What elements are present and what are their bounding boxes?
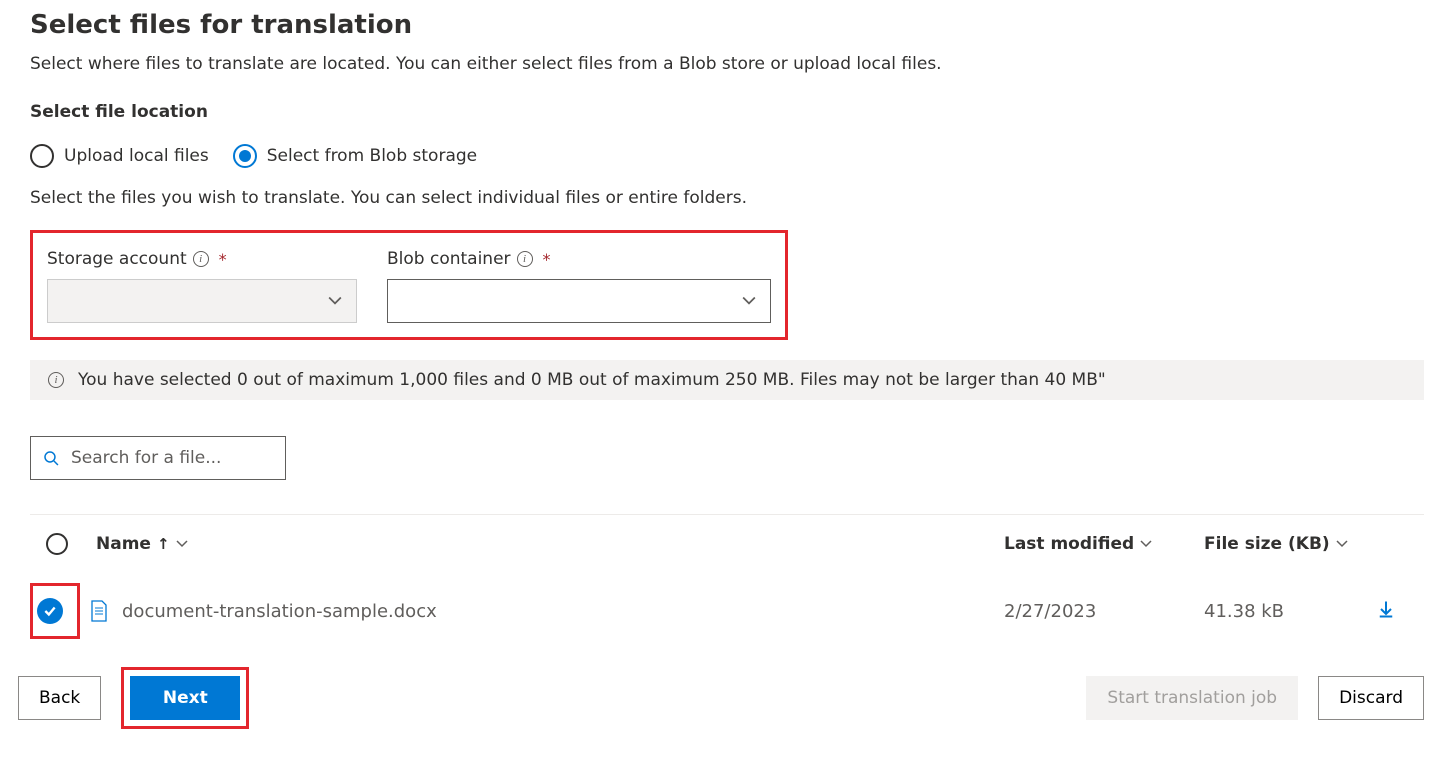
- label-text: Blob container: [387, 249, 511, 269]
- next-button[interactable]: Next: [130, 676, 240, 720]
- blob-container-label: Blob container i *: [387, 249, 771, 269]
- radio-label: Upload local files: [64, 146, 209, 166]
- file-name: document-translation-sample.docx: [122, 601, 1004, 622]
- start-translation-button: Start translation job: [1086, 676, 1298, 720]
- storage-account-field: Storage account i *: [47, 249, 357, 323]
- back-button[interactable]: Back: [18, 676, 101, 720]
- blob-container-field: Blob container i *: [387, 249, 771, 323]
- chevron-down-icon: [328, 294, 342, 308]
- page-title: Select files for translation: [30, 10, 1424, 40]
- info-bar-text: You have selected 0 out of maximum 1,000…: [78, 370, 1106, 390]
- checkbox-checked-icon[interactable]: [37, 598, 63, 624]
- chevron-down-icon: [176, 538, 188, 550]
- radio-upload-local[interactable]: Upload local files: [30, 144, 209, 168]
- chevron-down-icon: [1140, 538, 1152, 550]
- column-name[interactable]: Name ↑: [96, 534, 1004, 554]
- file-icon: [90, 600, 108, 622]
- column-label: File size (KB): [1204, 534, 1330, 554]
- table-row[interactable]: document-translation-sample.docx 2/27/20…: [30, 571, 1424, 651]
- info-icon[interactable]: i: [517, 251, 533, 267]
- radio-blob-storage[interactable]: Select from Blob storage: [233, 144, 477, 168]
- chevron-down-icon: [1336, 538, 1348, 550]
- select-all-column[interactable]: [46, 533, 96, 555]
- search-input[interactable]: [69, 447, 273, 469]
- next-button-highlight: Next: [121, 667, 249, 729]
- search-box[interactable]: [30, 436, 286, 480]
- column-last-modified[interactable]: Last modified: [1004, 534, 1204, 554]
- info-icon[interactable]: i: [193, 251, 209, 267]
- radio-icon: [233, 144, 257, 168]
- file-size: 41.38 kB: [1204, 601, 1284, 622]
- section-label: Select file location: [30, 102, 1424, 122]
- radio-label: Select from Blob storage: [267, 146, 477, 166]
- required-star: *: [219, 250, 227, 269]
- required-star: *: [543, 250, 551, 269]
- download-icon[interactable]: [1376, 599, 1396, 624]
- blob-container-dropdown[interactable]: [387, 279, 771, 323]
- file-modified: 2/27/2023: [1004, 601, 1204, 622]
- discard-button[interactable]: Discard: [1318, 676, 1424, 720]
- radio-icon: [30, 144, 54, 168]
- label-text: Storage account: [47, 249, 187, 269]
- storage-fields-highlight: Storage account i * Blob container i *: [30, 230, 788, 340]
- select-all-circle-icon: [46, 533, 68, 555]
- row-check-highlight: [30, 583, 80, 639]
- footer: Back Next Start translation job Discard: [18, 667, 1424, 729]
- page-description: Select where files to translate are loca…: [30, 54, 1424, 74]
- radio-group-location: Upload local files Select from Blob stor…: [30, 144, 1424, 168]
- sub-description: Select the files you wish to translate. …: [30, 188, 1424, 208]
- storage-account-dropdown[interactable]: [47, 279, 357, 323]
- chevron-down-icon: [742, 294, 756, 308]
- column-label: Last modified: [1004, 534, 1134, 554]
- sort-arrow-up-icon: ↑: [157, 535, 170, 553]
- table-header: Name ↑ Last modified File size (KB): [30, 514, 1424, 571]
- storage-account-label: Storage account i *: [47, 249, 357, 269]
- info-icon: i: [48, 372, 64, 388]
- column-label: Name: [96, 534, 151, 554]
- search-icon: [43, 449, 59, 467]
- column-file-size[interactable]: File size (KB): [1204, 534, 1424, 554]
- info-bar: i You have selected 0 out of maximum 1,0…: [30, 360, 1424, 400]
